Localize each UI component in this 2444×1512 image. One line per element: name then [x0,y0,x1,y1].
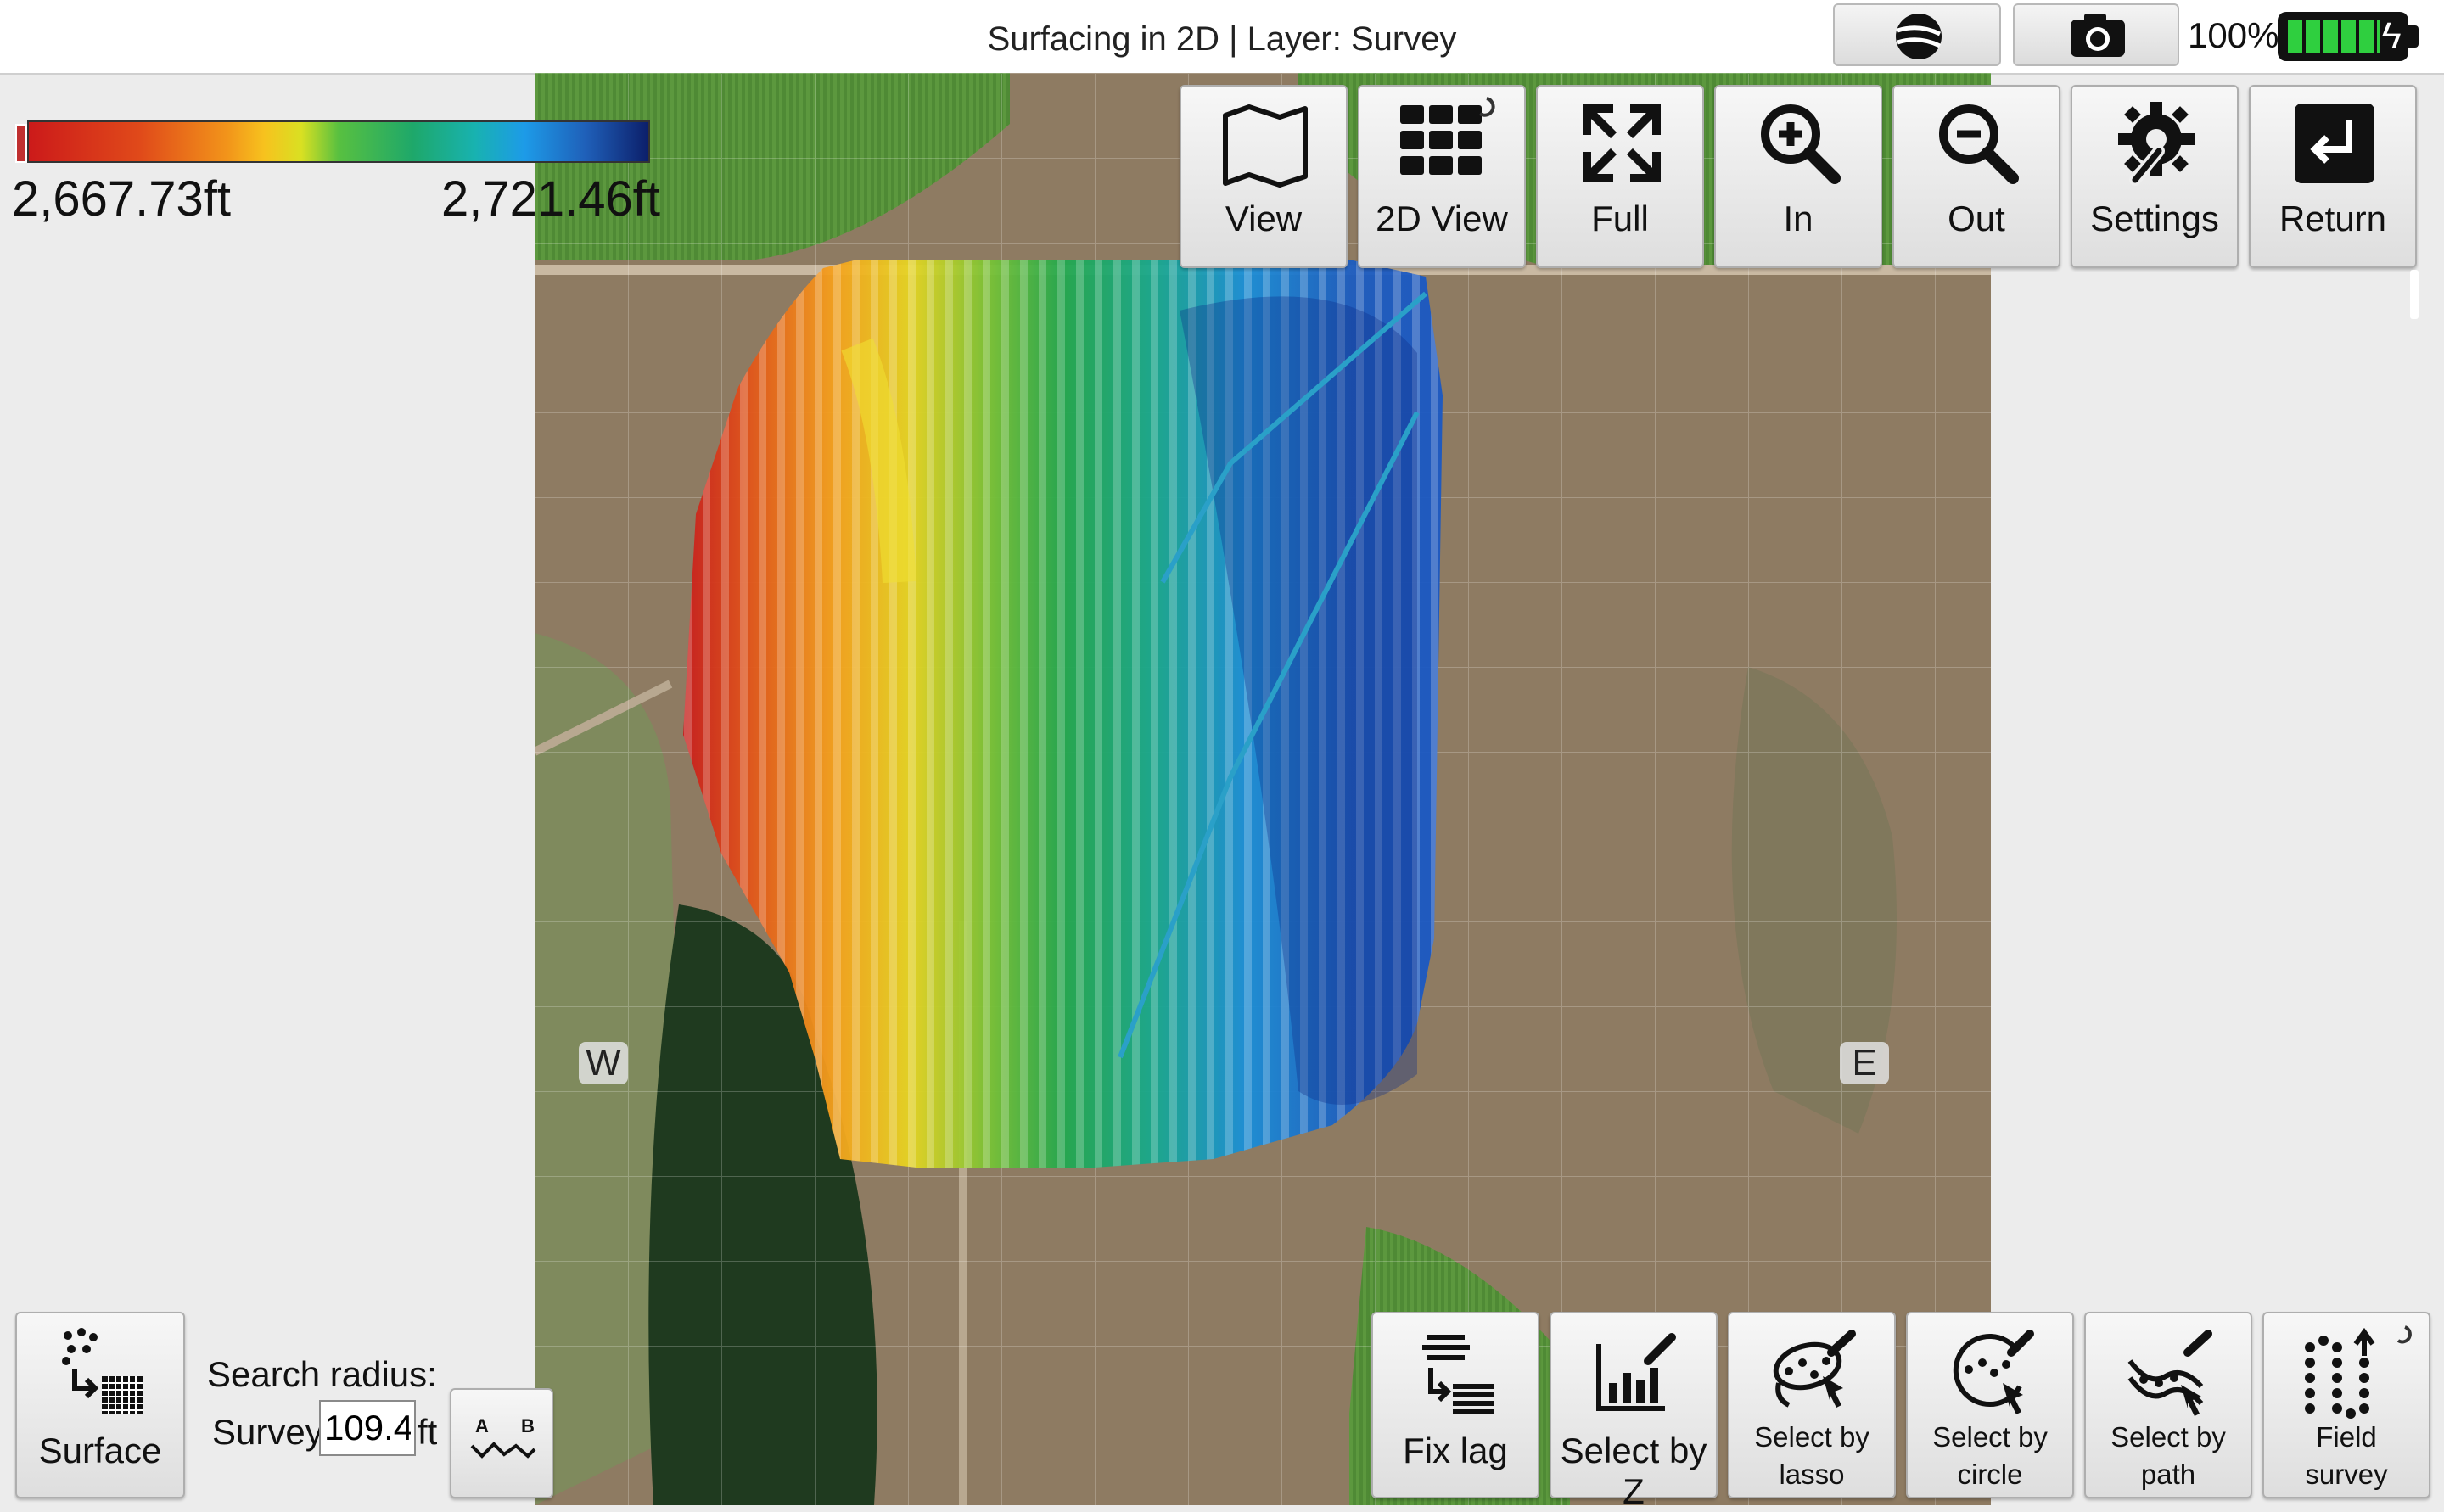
field-survey-button[interactable]: Field survey [2262,1312,2430,1498]
select-by-circle-label-2: circle [1957,1459,2023,1490]
fix-lag-label: Fix lag [1403,1431,1508,1470]
2d-view-button[interactable]: 2D View [1358,85,1526,268]
select-by-lasso-label-1: Select by [1754,1421,1869,1453]
circle-select-icon [1953,1330,2034,1414]
search-radius-unit: ft [418,1412,438,1452]
zoom-out-icon [1939,104,2019,184]
zoom-in-button[interactable]: In [1714,85,1882,268]
select-by-path-label-1: Select by [2110,1421,2226,1453]
settings-icon [2118,102,2195,186]
select-by-z-button[interactable]: Select by Z [1550,1312,1718,1511]
legend-min-label: 2,667.73ft [12,171,231,227]
legend-max-label: 2,721.46ft [441,171,660,227]
view-button[interactable]: View [1180,85,1348,268]
select-z-icon [1596,1333,1676,1411]
return-icon [2295,104,2374,183]
surface-label: Surface [38,1431,162,1470]
ab-b-label: B [521,1415,535,1436]
path-select-icon [2127,1330,2212,1416]
charging-bolt-icon: ϟ [2381,15,2402,57]
return-label: Return [2279,199,2387,238]
screenshot-button[interactable] [2013,3,2179,66]
globe-icon [1896,14,1942,59]
return-button[interactable]: Return [2249,85,2417,268]
zoom-out-button[interactable]: Out [1892,85,2060,268]
search-layer-label: Survey [212,1412,323,1452]
side-scroll-handle[interactable] [2410,270,2419,319]
select-by-path-button[interactable]: Select by path [2084,1312,2252,1498]
compass-east: E [1840,1042,1889,1084]
camera-icon [2071,14,2125,57]
fix-lag-button[interactable]: Fix lag [1371,1312,1539,1498]
fix-lag-icon [1422,1335,1494,1414]
elevation-legend-bar [27,120,650,163]
select-by-circle-button[interactable]: Select by circle [1906,1312,2074,1498]
ab-a-label: A [475,1415,489,1436]
zoom-in-label: In [1783,199,1813,238]
select-by-lasso-label-2: lasso [1779,1459,1845,1490]
ab-line-button[interactable]: A B [450,1388,553,1498]
zoom-in-icon [1761,104,1841,184]
field-survey-icon [2305,1325,2412,1419]
surface-icon [62,1328,143,1414]
field-survey-label-1: Field [2316,1421,2377,1453]
select-by-lasso-button[interactable]: Select by lasso [1728,1312,1896,1498]
fullscreen-icon [1583,104,1661,182]
select-by-path-label-2: path [2140,1459,2196,1490]
full-label: Full [1591,199,1649,238]
select-by-circle-label-1: Select by [1932,1421,2048,1453]
battery-terminal [2408,25,2419,48]
select-by-z-label: Select by Z [1560,1431,1707,1511]
globe-button[interactable] [1833,3,2001,66]
compass-west: W [579,1042,628,1084]
grid-icon [1400,97,1495,175]
legend-marker [15,124,27,163]
settings-label: Settings [2090,199,2219,238]
map-icon [1223,104,1308,188]
surface-button[interactable]: Surface [15,1312,185,1498]
battery-level [2288,20,2380,53]
lasso-icon [1773,1330,1856,1408]
field-survey-label-2: survey [2305,1459,2388,1490]
2d-view-label: 2D View [1376,199,1508,238]
search-radius-label: Search radius: [207,1354,437,1394]
zoom-out-label: Out [1948,199,2005,238]
full-button[interactable]: Full [1536,85,1704,268]
search-radius-input[interactable] [319,1400,416,1456]
map-view[interactable] [535,73,1991,1505]
battery-percent: 100% [2188,15,2279,55]
view-label: View [1225,199,1303,238]
settings-button[interactable]: Settings [2071,85,2239,268]
